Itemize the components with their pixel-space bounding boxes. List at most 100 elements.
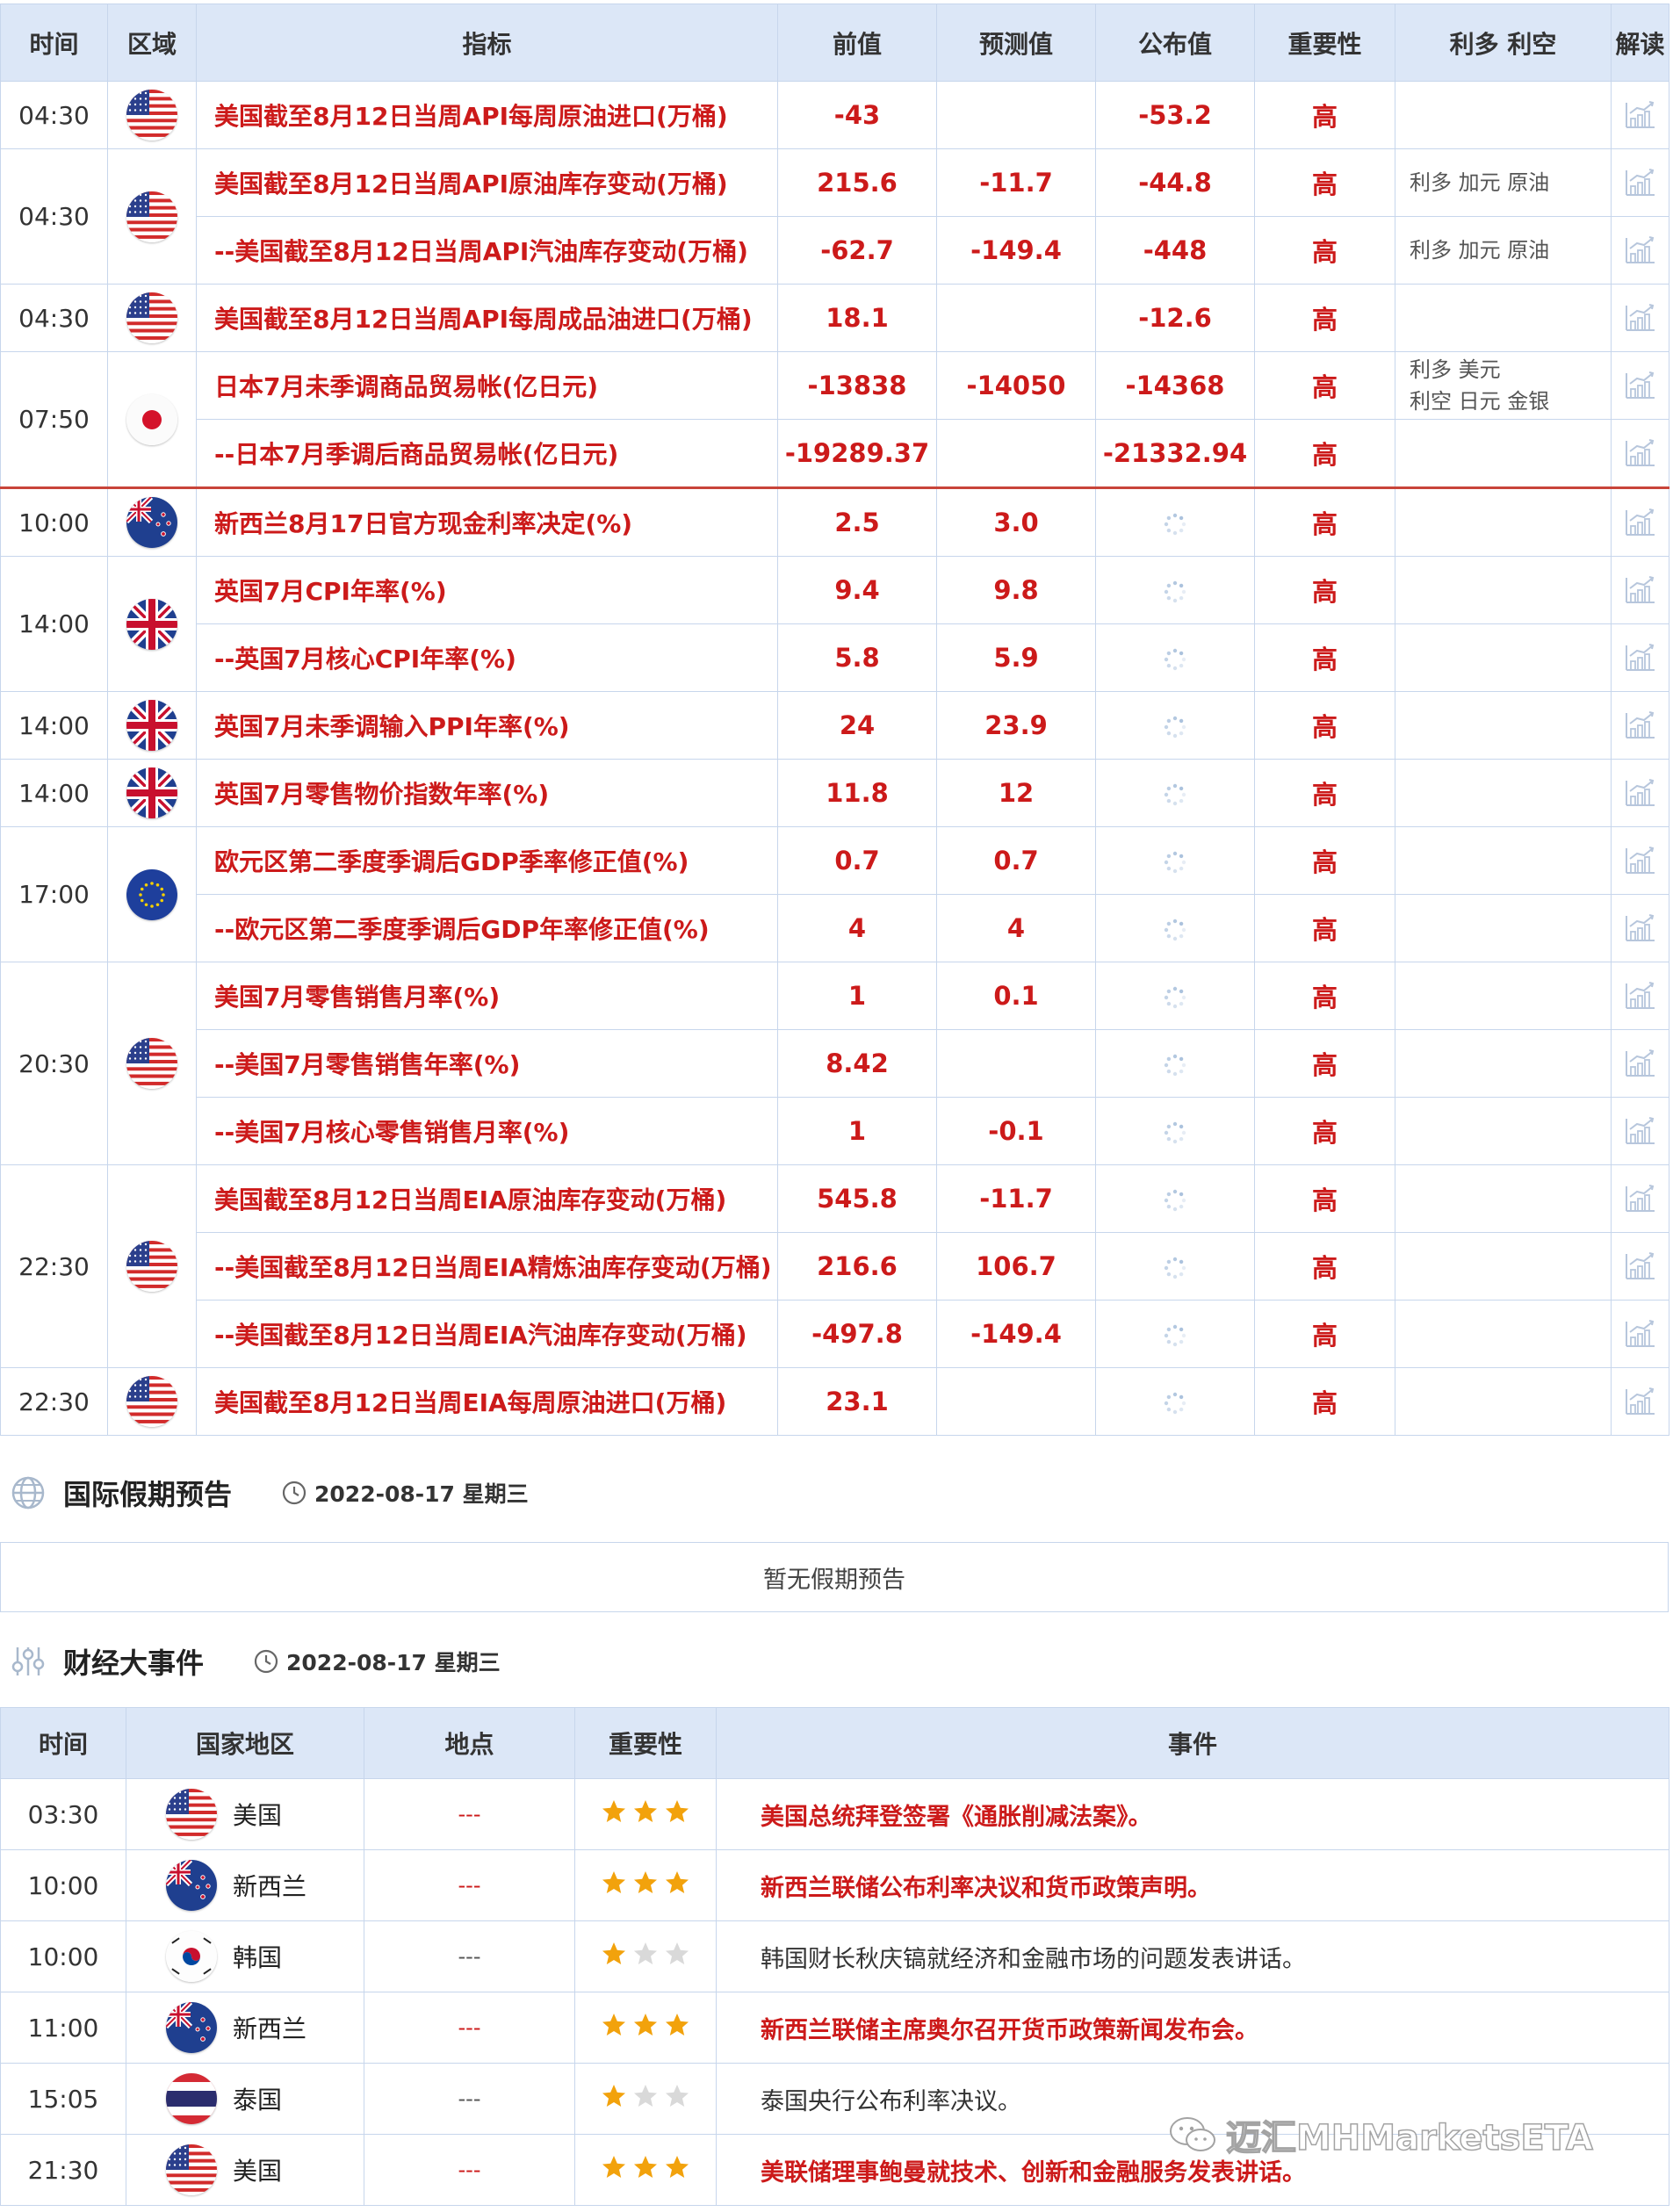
importance-level: 高 [1254,826,1395,895]
interpret-cell[interactable] [1611,691,1669,760]
chart-analysis-icon[interactable] [1623,1384,1658,1419]
interpret-cell[interactable] [1611,826,1669,895]
star-filled-icon [602,2084,625,2107]
forecast-value: 0.7 [936,826,1096,895]
interpret-cell[interactable] [1611,1097,1669,1165]
interpret-cell[interactable] [1611,623,1669,692]
interpret-cell[interactable] [1611,148,1669,217]
interpret-cell[interactable] [1611,284,1669,352]
event-description[interactable]: 美国总统拜登签署《通胀削减法案》。 [716,1778,1669,1850]
event-time: 17:00 [0,826,108,962]
indicator-name[interactable]: --美国7月零售销售年率(%) [196,1029,778,1098]
event-time: 22:30 [0,1367,108,1436]
interpret-cell[interactable] [1611,81,1669,149]
loading-spinner-icon [1163,918,1187,942]
importance-level: 高 [1254,1097,1395,1165]
indicator-name[interactable]: 美国7月零售销售月率(%) [196,962,778,1030]
event-description[interactable]: 新西兰联储主席奥尔召开货币政策新闻发布会。 [716,1992,1669,2064]
indicator-name[interactable]: --美国截至8月12日当周API汽油库存变动(万桶) [196,216,778,285]
col-header-region: 区域 [107,4,197,82]
interpret-cell[interactable] [1611,419,1669,488]
chart-analysis-icon[interactable] [1623,911,1658,946]
chart-analysis-icon[interactable] [1623,165,1658,200]
interpret-cell[interactable] [1611,759,1669,827]
chart-analysis-icon[interactable] [1623,1113,1658,1149]
actual-value [1095,962,1255,1030]
interpret-cell[interactable] [1611,1367,1669,1436]
chart-analysis-icon[interactable] [1623,300,1658,335]
chart-analysis-icon[interactable] [1623,436,1658,471]
chart-analysis-icon[interactable] [1623,843,1658,878]
effect-cell [1395,1164,1612,1233]
indicator-name[interactable]: 英国7月CPI年率(%) [196,556,778,624]
chart-analysis-icon[interactable] [1623,97,1658,133]
event-row: 11:00 新西兰 --- 新西兰联储主席奥尔召开货币政策新闻发布会。 [0,1992,1669,2064]
chart-analysis-icon[interactable] [1623,505,1658,540]
indicator-name[interactable]: 英国7月未季调输入PPI年率(%) [196,691,778,760]
indicator-name[interactable]: 美国截至8月12日当周API每周原油进口(万桶) [196,81,778,149]
event-time: 10:00 [0,486,108,557]
star-empty-icon [634,2084,657,2107]
chart-analysis-icon[interactable] [1623,233,1658,268]
event-row: 03:30 美国 --- 美国总统拜登签署《通胀削减法案》。 [0,1778,1669,1850]
indicator-name[interactable]: --日本7月季调后商品贸易帐(亿日元) [196,419,778,488]
th-flag-icon [166,2073,217,2124]
interpret-cell[interactable] [1611,894,1669,962]
indicator-name[interactable]: 英国7月零售物价指数年率(%) [196,759,778,827]
region-cell [107,962,197,1165]
interpret-cell[interactable] [1611,486,1669,557]
previous-value: 9.4 [777,556,937,624]
interpret-cell[interactable] [1611,556,1669,624]
chart-analysis-icon[interactable] [1623,775,1658,811]
indicator-name[interactable]: 欧元区第二季度季调后GDP季率修正值(%) [196,826,778,895]
calendar-row: --美国截至8月12日当周API汽油库存变动(万桶) -62.7 -149.4 -44… [1,216,1669,285]
interpret-cell[interactable] [1611,351,1669,420]
event-time: 22:30 [0,1164,108,1368]
indicator-name[interactable]: --英国7月核心CPI年率(%) [196,623,778,692]
interpret-cell[interactable] [1611,962,1669,1030]
event-description[interactable]: 韩国财长秋庆镐就经济和金融市场的问题发表讲话。 [716,1920,1669,1992]
calendar-row: 20:30 美国7月零售销售月率(%) 1 0.1 高 [0,962,1669,1165]
indicator-name[interactable]: --美国7月核心零售销售月率(%) [196,1097,778,1165]
actual-value [1095,486,1255,557]
forecast-value: -11.7 [936,148,1096,217]
country-cell: 韩国 [126,1920,364,1992]
interpret-cell[interactable] [1611,1164,1669,1233]
event-time: 14:00 [0,556,108,692]
events-col-header-event: 事件 [716,1707,1669,1779]
effect-line: 利多 加元 原油 [1410,170,1550,195]
interpret-cell[interactable] [1611,1232,1669,1301]
indicator-name[interactable]: 美国截至8月12日当周EIA原油库存变动(万桶) [196,1164,778,1233]
indicator-name[interactable]: 美国截至8月12日当周API每周成品油进口(万桶) [196,284,778,352]
uk-flag-icon [126,598,177,650]
indicator-name[interactable]: --欧元区第二季度季调后GDP年率修正值(%) [196,894,778,962]
chart-analysis-icon[interactable] [1623,1046,1658,1081]
interpret-cell[interactable] [1611,216,1669,285]
us-flag-icon [126,1241,177,1292]
indicator-name[interactable]: --美国截至8月12日当周EIA精炼油库存变动(万桶) [196,1232,778,1301]
importance-level: 高 [1254,148,1395,217]
event-description[interactable]: 新西兰联储公布利率决议和货币政策声明。 [716,1849,1669,1921]
chart-analysis-icon[interactable] [1623,1181,1658,1216]
star-filled-icon [666,2013,689,2035]
loading-spinner-icon [1163,1256,1187,1280]
globe-icon [11,1476,45,1509]
indicator-name[interactable]: 新西兰8月17日官方现金利率决定(%) [196,486,778,557]
indicator-name[interactable]: --美国截至8月12日当周EIA汽油库存变动(万桶) [196,1300,778,1368]
chart-analysis-icon[interactable] [1623,368,1658,403]
indicator-name[interactable]: 日本7月未季调商品贸易帐(亿日元) [196,351,778,420]
chart-analysis-icon[interactable] [1623,1316,1658,1351]
chart-analysis-icon[interactable] [1623,978,1658,1013]
actual-value [1095,1164,1255,1233]
importance-level: 高 [1254,556,1395,624]
chart-analysis-icon[interactable] [1623,1249,1658,1284]
chart-analysis-icon[interactable] [1623,640,1658,675]
interpret-cell[interactable] [1611,1029,1669,1098]
event-place: --- [364,1778,575,1850]
chart-analysis-icon[interactable] [1623,573,1658,608]
indicator-name[interactable]: 美国截至8月12日当周API原油库存变动(万桶) [196,148,778,217]
indicator-name[interactable]: 美国截至8月12日当周EIA每周原油进口(万桶) [196,1367,778,1436]
calendar-row: 17:00 欧元区第二季度季调后GDP季率修正值(%) 0.7 0.7 高 [0,826,1669,962]
chart-analysis-icon[interactable] [1623,708,1658,743]
interpret-cell[interactable] [1611,1300,1669,1368]
